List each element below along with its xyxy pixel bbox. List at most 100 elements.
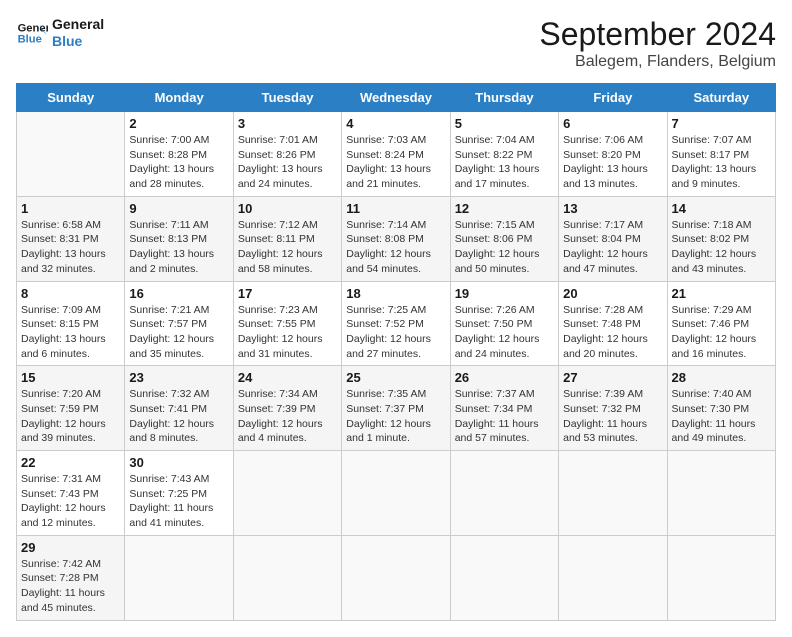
day-cell: 30 Sunrise: 7:43 AMSunset: 7:25 PMDaylig… xyxy=(125,451,233,536)
day-cell xyxy=(559,451,667,536)
day-cell xyxy=(233,535,341,620)
day-cell: 10 Sunrise: 7:12 AMSunset: 8:11 PMDaylig… xyxy=(233,196,341,281)
day-cell: 20 Sunrise: 7:28 AMSunset: 7:48 PMDaylig… xyxy=(559,281,667,366)
day-number: 19 xyxy=(455,286,554,301)
week-row-1: 1 Sunrise: 6:58 AMSunset: 8:31 PMDayligh… xyxy=(17,196,776,281)
day-number: 4 xyxy=(346,116,445,131)
day-cell xyxy=(342,535,450,620)
day-number: 8 xyxy=(21,286,120,301)
day-number: 22 xyxy=(21,455,120,470)
day-cell: 6 Sunrise: 7:06 AMSunset: 8:20 PMDayligh… xyxy=(559,112,667,197)
day-number: 21 xyxy=(672,286,771,301)
day-info: Sunrise: 7:20 AMSunset: 7:59 PMDaylight:… xyxy=(21,387,120,446)
day-cell: 9 Sunrise: 7:11 AMSunset: 8:13 PMDayligh… xyxy=(125,196,233,281)
day-cell xyxy=(233,451,341,536)
day-number: 2 xyxy=(129,116,228,131)
column-header-saturday: Saturday xyxy=(667,84,775,112)
day-number: 9 xyxy=(129,201,228,216)
day-info: Sunrise: 7:29 AMSunset: 7:46 PMDaylight:… xyxy=(672,303,771,362)
day-number: 25 xyxy=(346,370,445,385)
day-info: Sunrise: 7:42 AMSunset: 7:28 PMDaylight:… xyxy=(21,557,120,616)
day-info: Sunrise: 7:31 AMSunset: 7:43 PMDaylight:… xyxy=(21,472,120,531)
day-cell: 26 Sunrise: 7:37 AMSunset: 7:34 PMDaylig… xyxy=(450,366,558,451)
day-number: 10 xyxy=(238,201,337,216)
day-number: 3 xyxy=(238,116,337,131)
day-cell: 15 Sunrise: 7:20 AMSunset: 7:59 PMDaylig… xyxy=(17,366,125,451)
day-cell: 7 Sunrise: 7:07 AMSunset: 8:17 PMDayligh… xyxy=(667,112,775,197)
day-cell: 24 Sunrise: 7:34 AMSunset: 7:39 PMDaylig… xyxy=(233,366,341,451)
day-info: Sunrise: 7:39 AMSunset: 7:32 PMDaylight:… xyxy=(563,387,662,446)
month-title: September 2024 xyxy=(539,16,776,53)
day-cell: 4 Sunrise: 7:03 AMSunset: 8:24 PMDayligh… xyxy=(342,112,450,197)
page-header: General Blue General Blue September 2024… xyxy=(16,16,776,71)
day-cell: 29 Sunrise: 7:42 AMSunset: 7:28 PMDaylig… xyxy=(17,535,125,620)
day-info: Sunrise: 7:35 AMSunset: 7:37 PMDaylight:… xyxy=(346,387,445,446)
day-info: Sunrise: 7:21 AMSunset: 7:57 PMDaylight:… xyxy=(129,303,228,362)
day-info: Sunrise: 7:40 AMSunset: 7:30 PMDaylight:… xyxy=(672,387,771,446)
day-number: 28 xyxy=(672,370,771,385)
day-info: Sunrise: 7:23 AMSunset: 7:55 PMDaylight:… xyxy=(238,303,337,362)
day-cell xyxy=(342,451,450,536)
day-number: 17 xyxy=(238,286,337,301)
day-cell: 27 Sunrise: 7:39 AMSunset: 7:32 PMDaylig… xyxy=(559,366,667,451)
week-row-3: 15 Sunrise: 7:20 AMSunset: 7:59 PMDaylig… xyxy=(17,366,776,451)
week-row-2: 8 Sunrise: 7:09 AMSunset: 8:15 PMDayligh… xyxy=(17,281,776,366)
day-info: Sunrise: 7:18 AMSunset: 8:02 PMDaylight:… xyxy=(672,218,771,277)
column-header-monday: Monday xyxy=(125,84,233,112)
day-cell: 23 Sunrise: 7:32 AMSunset: 7:41 PMDaylig… xyxy=(125,366,233,451)
day-number: 14 xyxy=(672,201,771,216)
day-info: Sunrise: 7:32 AMSunset: 7:41 PMDaylight:… xyxy=(129,387,228,446)
svg-text:General: General xyxy=(18,22,48,34)
day-cell: 28 Sunrise: 7:40 AMSunset: 7:30 PMDaylig… xyxy=(667,366,775,451)
day-number: 23 xyxy=(129,370,228,385)
logo-line1: General xyxy=(52,16,104,33)
day-number: 11 xyxy=(346,201,445,216)
day-info: Sunrise: 7:12 AMSunset: 8:11 PMDaylight:… xyxy=(238,218,337,277)
day-cell: 3 Sunrise: 7:01 AMSunset: 8:26 PMDayligh… xyxy=(233,112,341,197)
day-cell xyxy=(17,112,125,197)
day-number: 1 xyxy=(21,201,120,216)
day-info: Sunrise: 7:00 AMSunset: 8:28 PMDaylight:… xyxy=(129,133,228,192)
column-header-friday: Friday xyxy=(559,84,667,112)
calendar-table: SundayMondayTuesdayWednesdayThursdayFrid… xyxy=(16,83,776,621)
day-cell xyxy=(450,535,558,620)
day-cell: 12 Sunrise: 7:15 AMSunset: 8:06 PMDaylig… xyxy=(450,196,558,281)
day-cell: 1 Sunrise: 6:58 AMSunset: 8:31 PMDayligh… xyxy=(17,196,125,281)
day-cell xyxy=(450,451,558,536)
day-info: Sunrise: 7:01 AMSunset: 8:26 PMDaylight:… xyxy=(238,133,337,192)
day-number: 29 xyxy=(21,540,120,555)
day-number: 20 xyxy=(563,286,662,301)
day-cell: 19 Sunrise: 7:26 AMSunset: 7:50 PMDaylig… xyxy=(450,281,558,366)
day-info: Sunrise: 7:11 AMSunset: 8:13 PMDaylight:… xyxy=(129,218,228,277)
day-cell: 17 Sunrise: 7:23 AMSunset: 7:55 PMDaylig… xyxy=(233,281,341,366)
day-number: 5 xyxy=(455,116,554,131)
week-row-4: 22 Sunrise: 7:31 AMSunset: 7:43 PMDaylig… xyxy=(17,451,776,536)
column-header-wednesday: Wednesday xyxy=(342,84,450,112)
day-cell: 14 Sunrise: 7:18 AMSunset: 8:02 PMDaylig… xyxy=(667,196,775,281)
day-cell xyxy=(559,535,667,620)
week-row-5: 29 Sunrise: 7:42 AMSunset: 7:28 PMDaylig… xyxy=(17,535,776,620)
logo: General Blue General Blue xyxy=(16,16,104,50)
day-number: 13 xyxy=(563,201,662,216)
day-info: Sunrise: 7:34 AMSunset: 7:39 PMDaylight:… xyxy=(238,387,337,446)
day-info: Sunrise: 7:03 AMSunset: 8:24 PMDaylight:… xyxy=(346,133,445,192)
day-cell: 22 Sunrise: 7:31 AMSunset: 7:43 PMDaylig… xyxy=(17,451,125,536)
column-header-sunday: Sunday xyxy=(17,84,125,112)
day-info: Sunrise: 7:09 AMSunset: 8:15 PMDaylight:… xyxy=(21,303,120,362)
day-cell: 8 Sunrise: 7:09 AMSunset: 8:15 PMDayligh… xyxy=(17,281,125,366)
day-cell: 2 Sunrise: 7:00 AMSunset: 8:28 PMDayligh… xyxy=(125,112,233,197)
day-info: Sunrise: 7:37 AMSunset: 7:34 PMDaylight:… xyxy=(455,387,554,446)
day-cell: 13 Sunrise: 7:17 AMSunset: 8:04 PMDaylig… xyxy=(559,196,667,281)
day-number: 24 xyxy=(238,370,337,385)
day-cell: 5 Sunrise: 7:04 AMSunset: 8:22 PMDayligh… xyxy=(450,112,558,197)
day-info: Sunrise: 7:28 AMSunset: 7:48 PMDaylight:… xyxy=(563,303,662,362)
logo-icon: General Blue xyxy=(16,17,48,49)
day-cell: 21 Sunrise: 7:29 AMSunset: 7:46 PMDaylig… xyxy=(667,281,775,366)
day-info: Sunrise: 7:07 AMSunset: 8:17 PMDaylight:… xyxy=(672,133,771,192)
title-section: September 2024 Balegem, Flanders, Belgiu… xyxy=(539,16,776,71)
day-number: 15 xyxy=(21,370,120,385)
svg-text:Blue: Blue xyxy=(18,33,42,45)
day-cell: 11 Sunrise: 7:14 AMSunset: 8:08 PMDaylig… xyxy=(342,196,450,281)
day-number: 26 xyxy=(455,370,554,385)
day-info: Sunrise: 7:14 AMSunset: 8:08 PMDaylight:… xyxy=(346,218,445,277)
